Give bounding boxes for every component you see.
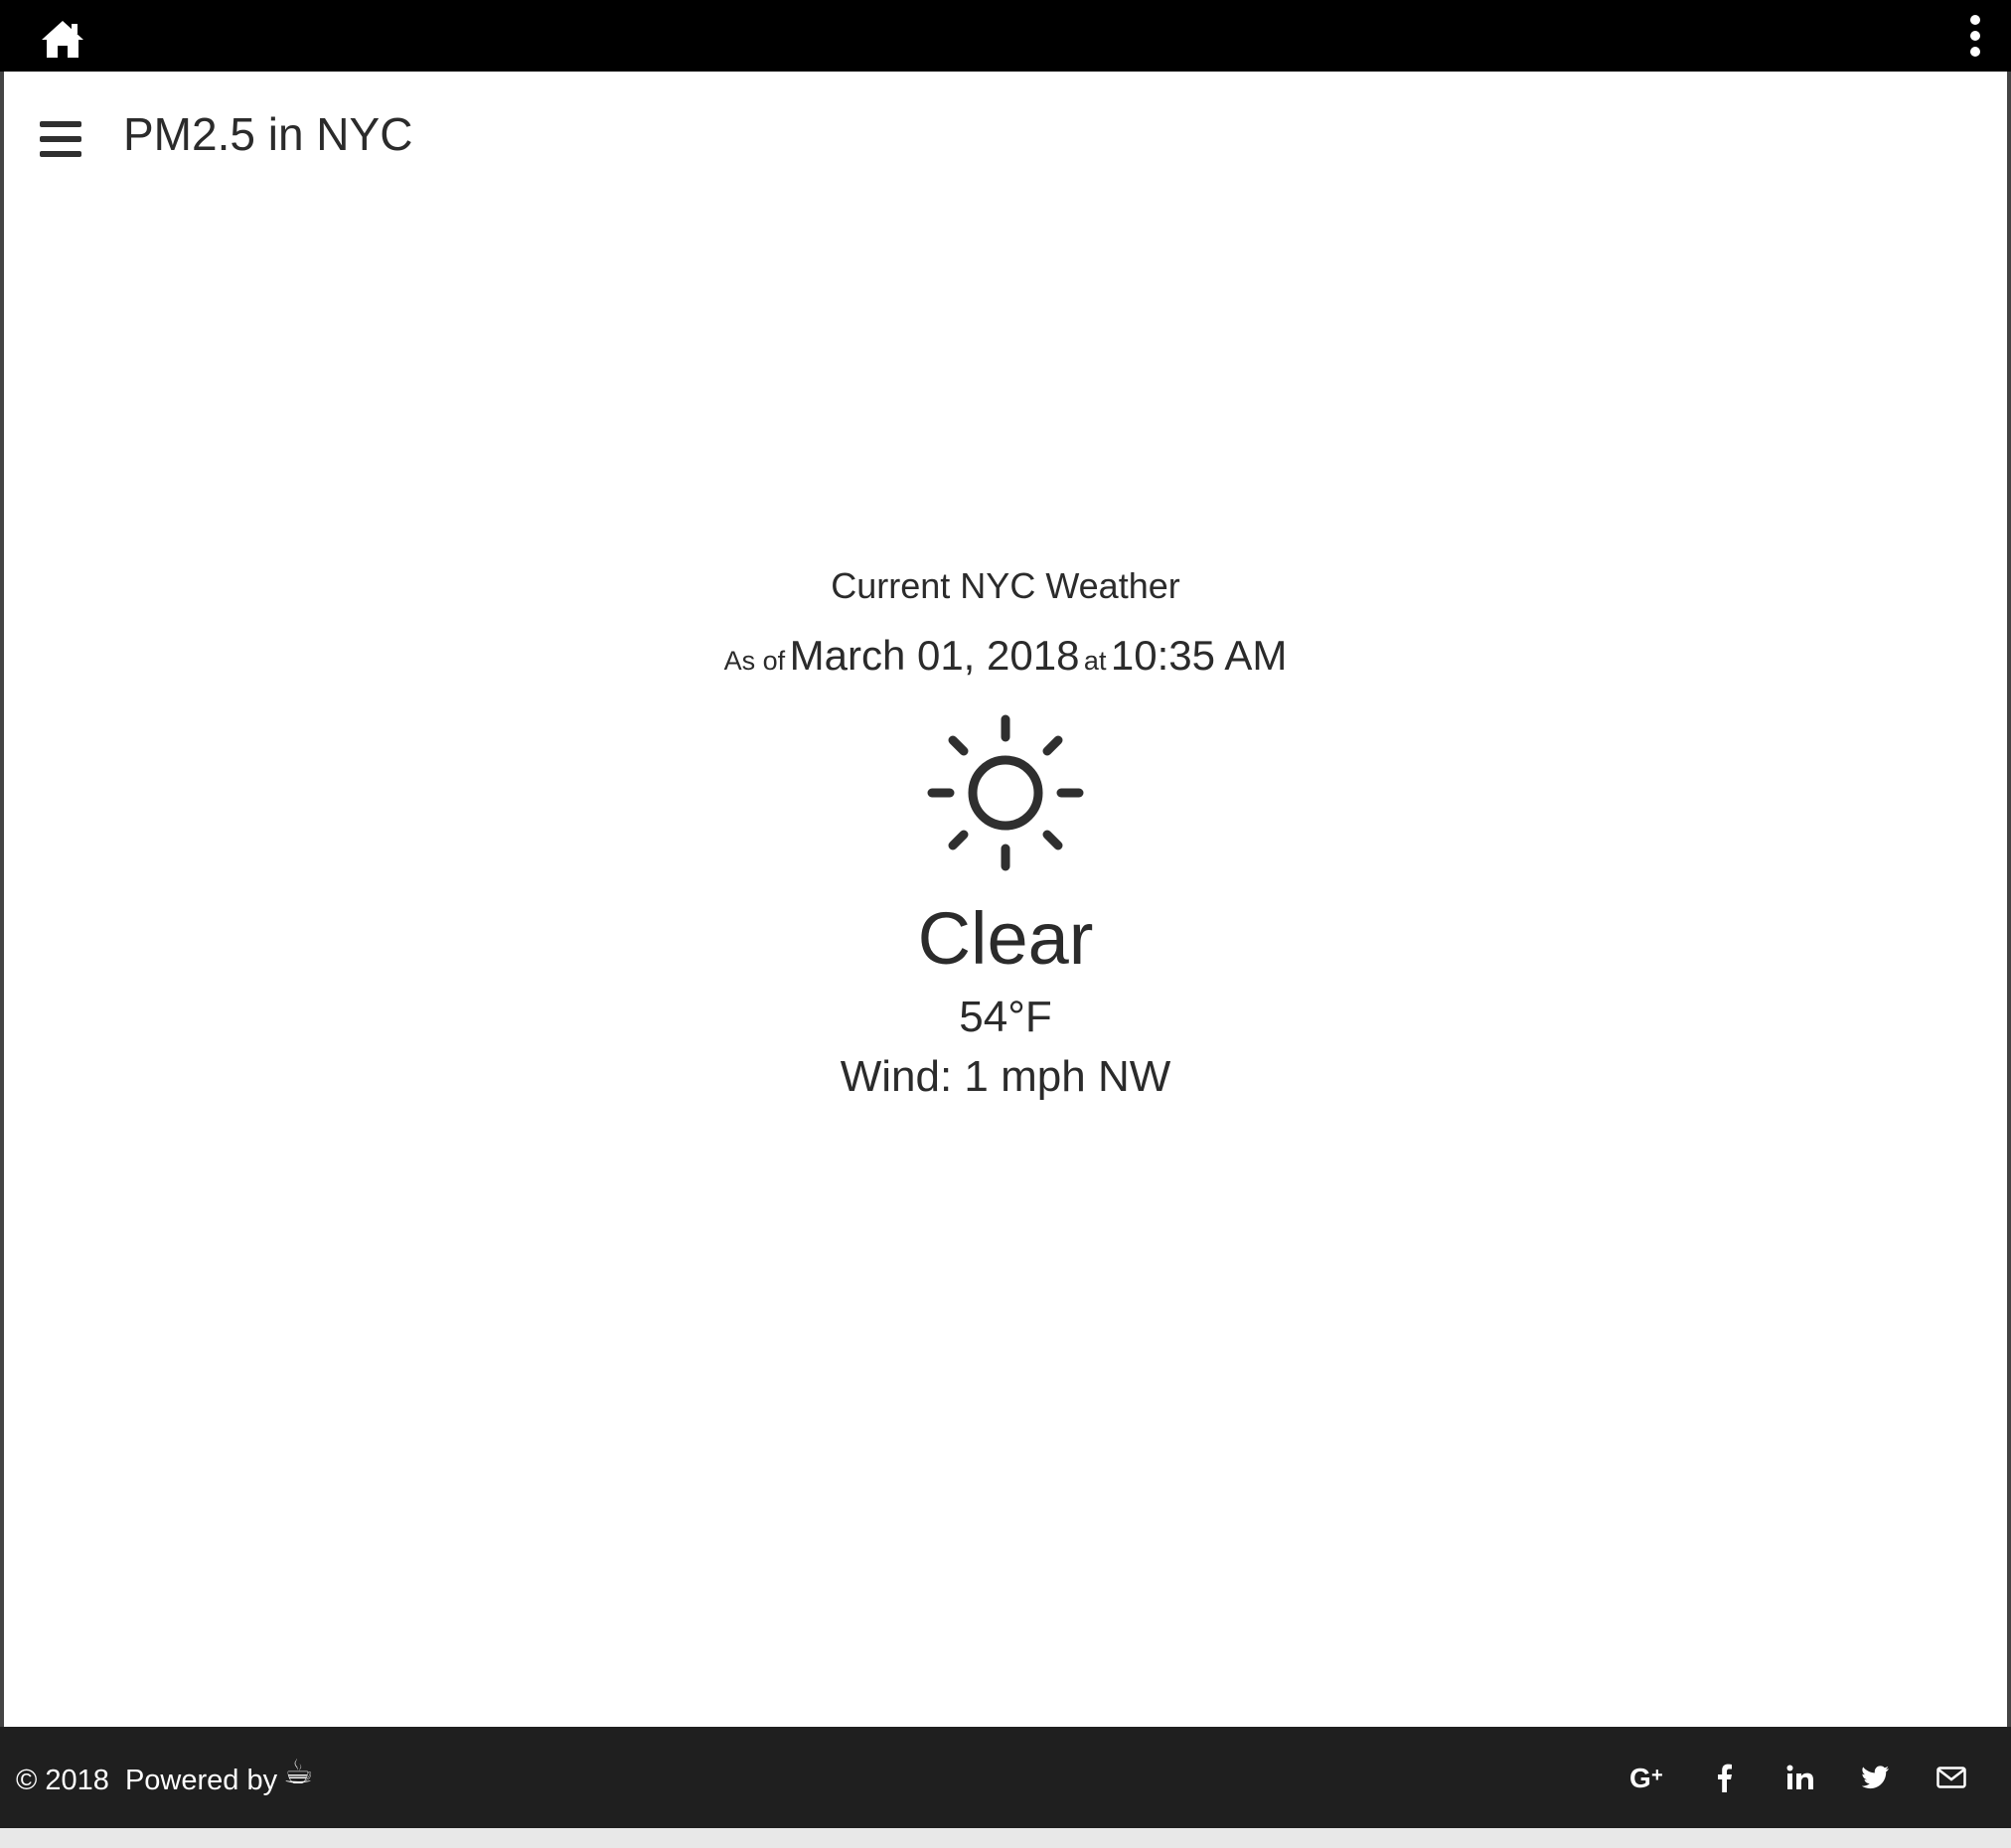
- at-label: at: [1083, 646, 1107, 676]
- weather-time: 10:35 AM: [1110, 632, 1288, 679]
- app-window: PM2.5 in NYC Current NYC Weather As of M…: [0, 0, 2011, 1848]
- powered-by-text: Powered by: [124, 1764, 278, 1796]
- hamburger-menu-icon[interactable]: [40, 121, 89, 161]
- facebook-icon[interactable]: [1687, 1753, 1763, 1802]
- email-icon[interactable]: [1914, 1753, 1989, 1802]
- coffee-cup-icon[interactable]: ☕: [283, 1753, 313, 1792]
- weather-wind: Wind: 1 mph NW: [840, 1052, 1171, 1101]
- system-top-bar: [0, 0, 2011, 72]
- sun-icon: [927, 714, 1084, 871]
- linkedin-icon[interactable]: [1763, 1753, 1838, 1802]
- footer-credits: © 2018 Powered by ☕: [16, 1754, 314, 1800]
- page-title: PM2.5 in NYC: [123, 108, 413, 160]
- google-plus-icon[interactable]: G +: [1612, 1753, 1687, 1802]
- weather-panel: Current NYC Weather As of March 01, 2018…: [0, 556, 2011, 1107]
- twitter-icon[interactable]: [1838, 1753, 1914, 1802]
- home-icon[interactable]: [40, 18, 85, 60]
- copyright-text: © 2018: [16, 1764, 109, 1796]
- svg-text:G: G: [1629, 1765, 1651, 1790]
- social-links: G +: [1612, 1753, 1989, 1802]
- footer: © 2018 Powered by ☕ G +: [0, 1727, 2011, 1828]
- as-of-label: As of: [723, 646, 786, 676]
- weather-date: March 01, 2018: [789, 632, 1080, 679]
- svg-text:+: +: [1651, 1765, 1663, 1786]
- app-header: PM2.5 in NYC: [4, 72, 2007, 211]
- bottom-strip: [0, 1828, 2011, 1848]
- weather-heading: Current NYC Weather: [831, 565, 1180, 606]
- weather-timestamp: As of March 01, 2018 at 10:35 AM: [0, 626, 2011, 695]
- weather-condition: Clear: [917, 897, 1094, 980]
- weather-temperature: 54°F: [959, 993, 1052, 1041]
- more-options-icon[interactable]: [1965, 14, 1985, 58]
